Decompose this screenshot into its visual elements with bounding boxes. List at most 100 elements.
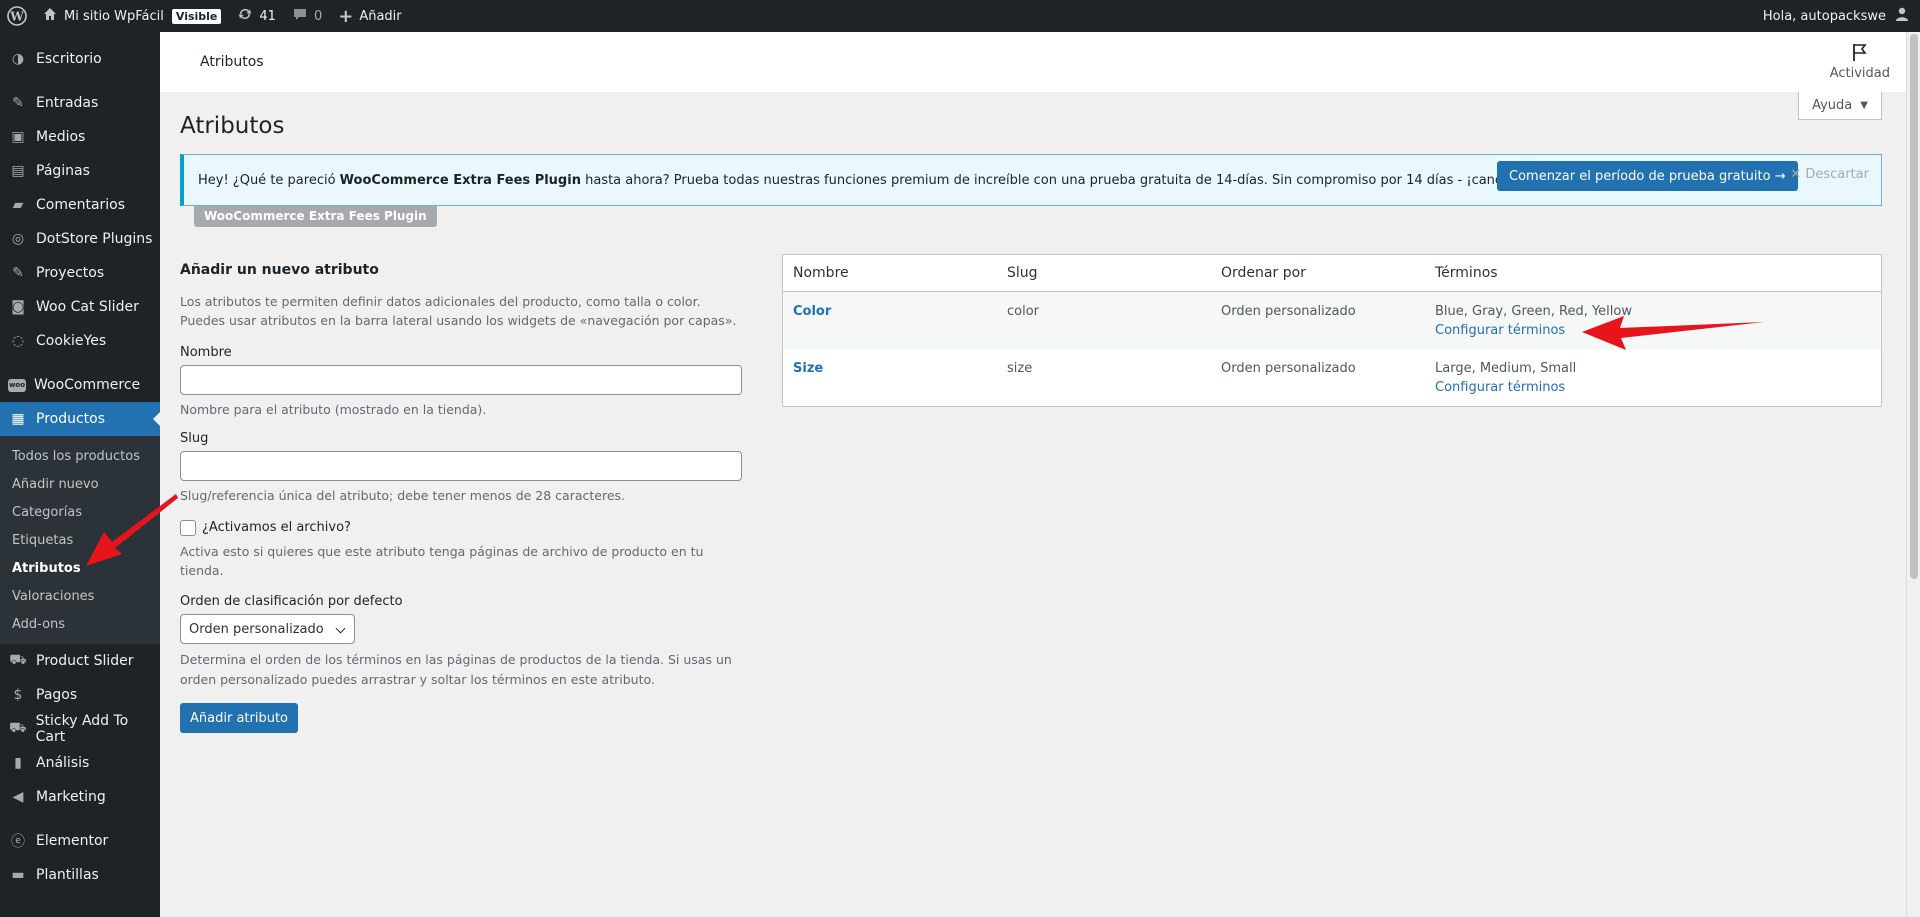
archive-row: ¿Activamos el archivo? <box>180 519 742 536</box>
menu-sticky-add-to-cart[interactable]: ⛟ Sticky Add To Cart <box>0 712 160 746</box>
help-button[interactable]: Ayuda ▼ <box>1798 92 1882 120</box>
configure-terms-link[interactable]: Configurar términos <box>1435 380 1565 395</box>
submenu-todos-productos[interactable]: Todos los productos <box>0 442 160 470</box>
menu-label: Productos <box>36 411 106 427</box>
menu-escritorio[interactable]: ◑ Escritorio <box>0 42 160 76</box>
page-scrollbar[interactable] <box>1906 32 1920 917</box>
archive-icon: ▦ <box>11 411 25 427</box>
comments-link[interactable]: 0 <box>284 0 330 32</box>
site-name: Mi sitio WpFácil <box>64 8 164 24</box>
column-header-terms[interactable]: Términos <box>1425 265 1881 281</box>
menu-woo-cat-slider[interactable]: ◙ Woo Cat Slider <box>0 290 160 324</box>
archive-help: Activa esto si quieres que este atributo… <box>180 543 704 578</box>
order-help: Determina el orden de los términos en la… <box>180 652 732 687</box>
menu-cookieyes[interactable]: ◌ CookieYes <box>0 324 160 358</box>
scrollbar-thumb[interactable] <box>1910 34 1918 579</box>
wordpress-logo-icon[interactable]: W <box>0 0 34 32</box>
menu-elementor[interactable]: ⓔ Elementor <box>0 824 160 858</box>
annotation-arrow-sidebar <box>86 494 178 566</box>
order-select[interactable]: Orden personalizado <box>180 614 355 645</box>
menu-analisis[interactable]: ▮ Análisis <box>0 746 160 780</box>
menu-label: Medios <box>36 129 86 145</box>
close-icon: ✕ <box>1790 167 1802 182</box>
attribute-name-link[interactable]: Size <box>793 361 823 376</box>
slug-help: Slug/referencia única del atributo; debe… <box>180 488 626 504</box>
add-attribute-button[interactable]: Añadir atributo <box>180 703 299 733</box>
cart-icon: ⛟ <box>9 720 27 736</box>
menu-comentarios[interactable]: ▰ Comentarios <box>0 188 160 222</box>
configure-terms-link[interactable]: Configurar términos <box>1435 323 1565 338</box>
menu-marketing[interactable]: ◀ Marketing <box>0 780 160 814</box>
dismiss-button[interactable]: ✕ Descartar <box>1790 167 1869 182</box>
updates-count: 41 <box>259 8 276 24</box>
activity-button[interactable]: Actividad <box>1830 42 1890 81</box>
name-label: Nombre <box>180 344 232 360</box>
pin-icon: ✎ <box>12 265 24 281</box>
menu-label: CookieYes <box>36 333 107 349</box>
archive-checkbox[interactable] <box>180 519 196 536</box>
notice-plugin-name: WooCommerce Extra Fees Plugin <box>339 172 581 188</box>
user-greeting[interactable]: Hola, autopackswe <box>1763 9 1886 24</box>
help-label: Ayuda <box>1812 98 1853 113</box>
pin-icon: ✎ <box>12 95 24 111</box>
form-heading: Añadir un nuevo atributo <box>180 262 379 278</box>
attribute-slug: color <box>1007 304 1040 319</box>
money-icon: $ <box>13 687 23 703</box>
menu-label: Pagos <box>36 687 78 703</box>
home-icon <box>42 6 58 26</box>
page-icon: ▤ <box>11 163 25 179</box>
menu-label: Plantillas <box>36 867 99 883</box>
notice-text: Hey! ¿Qué te pareció WooCommerce Extra F… <box>198 173 1684 188</box>
order-label: Orden de clasificación por defecto <box>180 594 403 610</box>
menu-pagos[interactable]: $ Pagos <box>0 678 160 712</box>
menu-label: Comentarios <box>36 197 126 213</box>
user-avatar-icon[interactable] <box>1894 6 1910 26</box>
table-header: Nombre Slug Ordenar por Términos <box>783 255 1881 292</box>
submenu-valoraciones[interactable]: Valoraciones <box>0 582 160 610</box>
admin-sidebar: ◑ Escritorio ✎ Entradas ▣ Medios ▤ Páginas ▰… <box>0 32 161 917</box>
updates-icon <box>237 6 253 26</box>
slug-input[interactable] <box>180 451 742 482</box>
attribute-name-link[interactable]: Color <box>793 304 831 319</box>
menu-woocommerce[interactable]: woo WooCommerce <box>0 368 160 402</box>
notice-text-pre: Hey! ¿Qué te pareció <box>198 172 340 188</box>
menu-dotstore[interactable]: ◎ DotStore Plugins <box>0 222 160 256</box>
menu-label: Woo Cat Slider <box>36 299 139 315</box>
menu-medios[interactable]: ▣ Medios <box>0 120 160 154</box>
comments-count: 0 <box>313 8 323 24</box>
menu-productos[interactable]: ▦ Productos <box>0 402 161 436</box>
elementor-icon: ⓔ <box>11 834 25 850</box>
comment-icon: ▰ <box>12 197 24 213</box>
annotation-arrow-table <box>1582 316 1764 350</box>
svg-text:W: W <box>9 10 24 24</box>
column-header-name[interactable]: Nombre <box>783 265 997 281</box>
plugin-tag: WooCommerce Extra Fees Plugin <box>194 206 437 227</box>
breadcrumb: Atributos <box>200 54 264 70</box>
column-header-slug[interactable]: Slug <box>997 265 1211 281</box>
admin-bar: W Mi sitio WpFácil Visible 41 0 + Añadir… <box>0 0 1920 32</box>
submenu-add-ons[interactable]: Add-ons <box>0 610 160 638</box>
add-new-link[interactable]: + Añadir <box>330 0 409 32</box>
chart-icon: ▮ <box>14 755 22 771</box>
add-new-label: Añadir <box>359 8 402 24</box>
table-row: Size size Orden personalizado Large, Med… <box>783 349 1881 406</box>
menu-label: WooCommerce <box>34 377 141 393</box>
attribute-terms: Large, Medium, Small <box>1435 361 1577 376</box>
menu-label: Product Slider <box>36 653 134 669</box>
site-name-link[interactable]: Mi sitio WpFácil Visible <box>34 0 229 32</box>
name-help: Nombre para el atributo (mostrado en la … <box>180 401 487 417</box>
column-header-order[interactable]: Ordenar por <box>1211 265 1425 281</box>
menu-label: Marketing <box>36 789 106 805</box>
menu-label: Elementor <box>36 833 109 849</box>
menu-paginas[interactable]: ▤ Páginas <box>0 154 160 188</box>
updates-link[interactable]: 41 <box>229 0 284 32</box>
menu-proyectos[interactable]: ✎ Proyectos <box>0 256 160 290</box>
page-title: Atributos <box>180 113 285 139</box>
name-input[interactable] <box>180 364 742 395</box>
menu-product-slider[interactable]: ⛟ Product Slider <box>0 644 160 678</box>
menu-label: Proyectos <box>36 265 105 281</box>
add-attribute-form: Añadir un nuevo atributo Los atributos t… <box>180 262 742 733</box>
menu-plantillas[interactable]: ▬ Plantillas <box>0 858 160 892</box>
start-trial-button[interactable]: Comenzar el período de prueba gratuito → <box>1497 161 1798 191</box>
menu-entradas[interactable]: ✎ Entradas <box>0 86 160 120</box>
